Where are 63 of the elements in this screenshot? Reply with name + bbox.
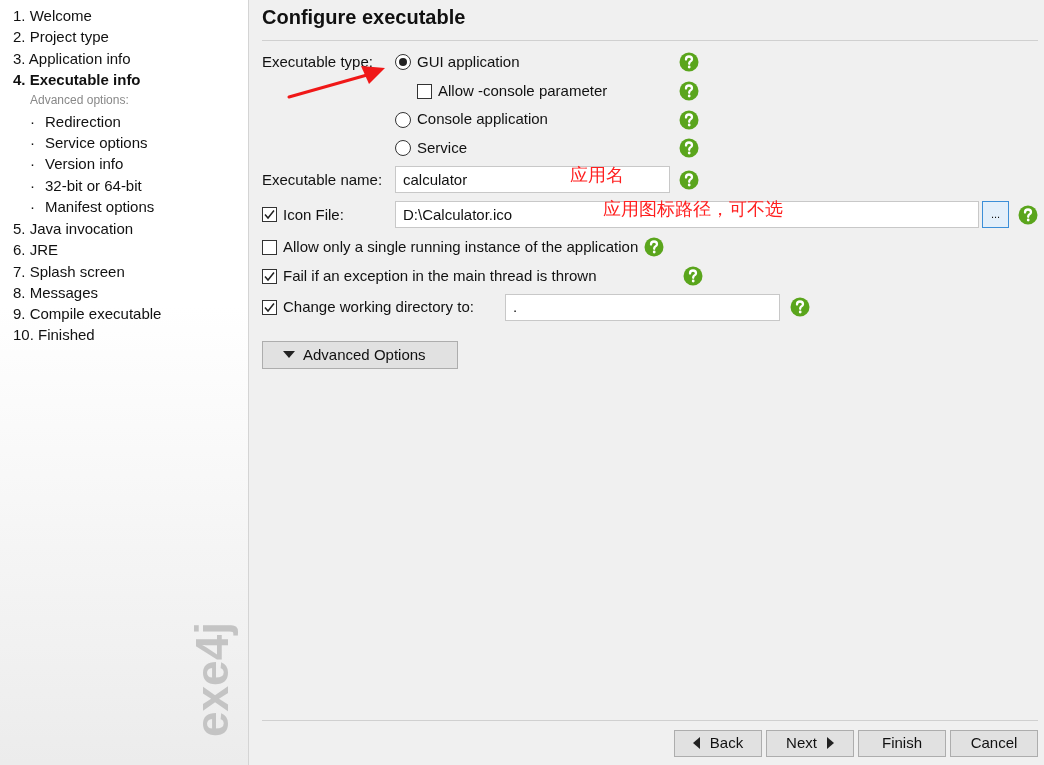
sidebar-item[interactable]: 10. Finished <box>13 324 248 346</box>
radio-button[interactable] <box>395 111 411 128</box>
field-label: Change working directory to: <box>283 297 475 317</box>
input-field[interactable]: calculator 应用名 <box>395 166 670 194</box>
page-title: Configure executable <box>262 5 466 30</box>
browse-button[interactable]: ... <box>982 201 1009 229</box>
checkbox[interactable] <box>262 239 277 255</box>
sidebar-item[interactable]: 2. Project type <box>13 26 248 48</box>
sidebar-item[interactable]: 9. Compile executable <box>13 303 248 325</box>
bullet: · <box>30 111 36 132</box>
help-icon[interactable] <box>679 169 699 190</box>
help-icon[interactable] <box>1018 204 1038 225</box>
annotation: 应用名 <box>570 164 624 188</box>
checkbox[interactable] <box>262 207 277 223</box>
input-field[interactable]: . <box>505 293 780 321</box>
help-icon[interactable] <box>644 237 665 258</box>
sidebar-item[interactable]: 8. Messages <box>13 281 248 304</box>
sidebar-item[interactable]: Version info <box>45 153 124 176</box>
nav-button[interactable]: Back <box>674 729 762 757</box>
sidebar-subheading: Advanced options: <box>29 92 130 110</box>
bullet: · <box>30 154 36 175</box>
help-icon[interactable] <box>679 109 699 130</box>
field-label: Executable name: <box>262 169 384 190</box>
bullet: · <box>30 133 36 154</box>
option-label: Allow only a single running instance of the application <box>283 237 639 257</box>
option-label: GUI application <box>417 52 520 73</box>
sidebar-item[interactable]: 5. Java invocation <box>13 217 248 240</box>
help-icon[interactable] <box>683 266 703 287</box>
nav-button[interactable]: Finish <box>858 729 946 757</box>
checkbox[interactable] <box>417 83 432 99</box>
help-icon[interactable] <box>679 81 699 102</box>
sidebar-item[interactable]: Manifest options <box>45 196 155 219</box>
annotation: 应用图标路径，可不选 <box>603 198 783 222</box>
sidebar-item[interactable]: 4. Executable info <box>13 68 248 91</box>
sidebar-item[interactable]: 3. Application info <box>13 47 248 69</box>
input-field[interactable]: D:\Calculator.ico 应用图标路径，可不选 <box>395 201 979 229</box>
sidebar-item[interactable]: 7. Splash screen <box>13 260 248 282</box>
triangle-left-icon <box>692 737 700 749</box>
sidebar-item[interactable]: 6. JRE <box>13 239 248 261</box>
radio-button[interactable] <box>395 54 411 71</box>
bullet: · <box>30 197 36 218</box>
bullet: · <box>30 175 36 196</box>
checkbox[interactable] <box>262 268 277 284</box>
advanced-options-button[interactable]: Advanced Options <box>262 340 458 369</box>
triangle-right-icon <box>826 737 834 749</box>
sidebar-item[interactable]: Service options <box>45 132 148 155</box>
radio-button[interactable] <box>395 140 411 157</box>
checkbox[interactable] <box>262 299 277 315</box>
help-icon[interactable] <box>679 52 699 73</box>
sidebar-item[interactable]: Redirection <box>45 110 121 134</box>
sidebar-item[interactable]: 1. Welcome <box>13 5 248 27</box>
help-icon[interactable] <box>790 297 810 318</box>
help-icon[interactable] <box>679 138 699 159</box>
triangle-down-icon <box>283 350 295 359</box>
nav-button[interactable]: Next <box>766 729 854 757</box>
option-label: Service <box>417 138 468 159</box>
option-label: Fail if an exception in the main thread is thrown <box>283 266 598 286</box>
nav-button[interactable]: Cancel <box>950 729 1038 757</box>
field-label: Icon File: <box>283 204 344 225</box>
option-label: Allow -console parameter <box>438 80 608 101</box>
option-label: Console application <box>417 109 548 130</box>
field-label: Executable type: <box>262 53 373 71</box>
sidebar-item[interactable]: 32-bit or 64-bit <box>45 174 142 198</box>
